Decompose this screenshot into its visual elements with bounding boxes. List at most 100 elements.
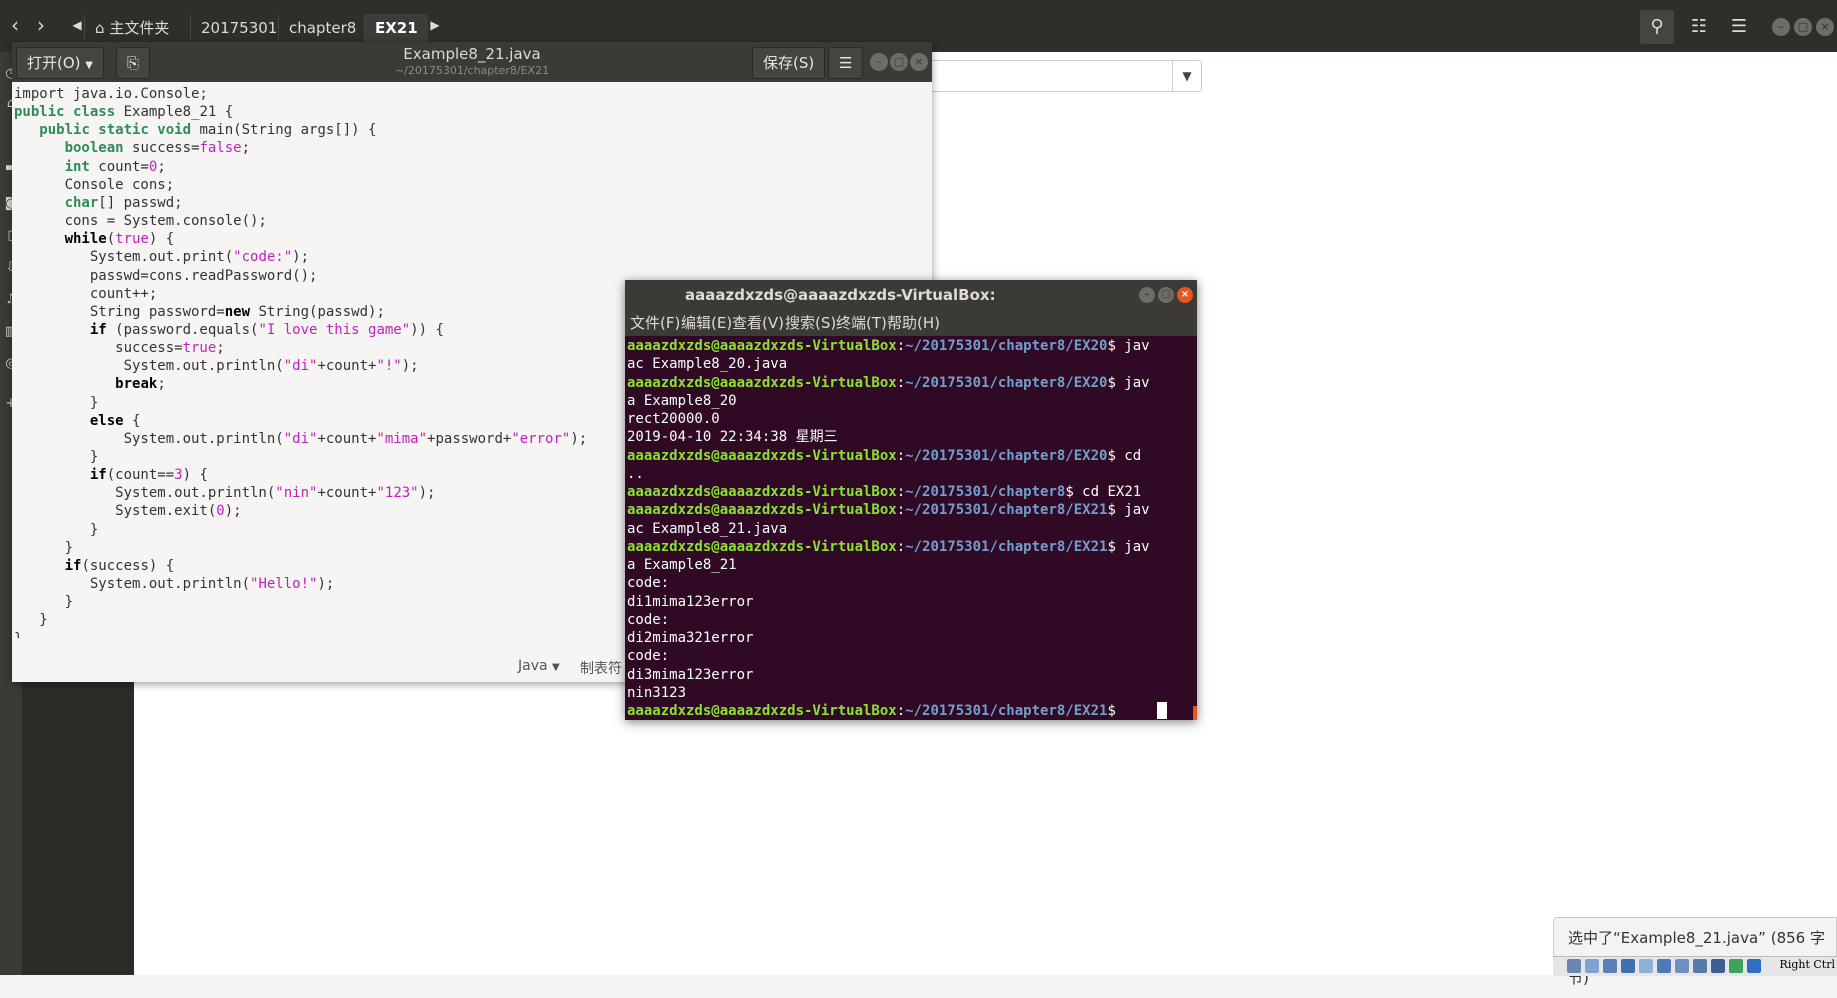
terminal-token: ~/20175301/chapter8/EX20	[905, 447, 1108, 464]
terminal-token: :	[896, 484, 906, 500]
save-button[interactable]: 保存(S)	[752, 47, 826, 79]
minimize-icon[interactable]: –	[1139, 287, 1155, 303]
terminal-token: aaaazdxzds@aaaazdxzds-VirtualBox	[627, 338, 897, 354]
terminal-token: aaaazdxzds@aaaazdxzds-VirtualBox	[627, 374, 897, 391]
terminal-token: $ jav	[1107, 502, 1150, 519]
terminal-line: ..	[627, 465, 644, 483]
code-token: import java.io.Console;	[14, 86, 208, 102]
code-line: String password=new String(passwd);	[14, 303, 385, 321]
code-token: ;	[157, 158, 166, 175]
terminal-token: $ cd EX21	[1065, 484, 1142, 500]
breadcrumb-chapter8[interactable]: chapter8	[278, 14, 366, 42]
code-line: System.out.println("di"+count+"!");	[14, 357, 419, 375]
hard-disk-icon	[1567, 959, 1581, 973]
breadcrumb-scroll-right-icon[interactable]: ▶	[420, 10, 450, 40]
location-combo[interactable]: ▼	[930, 60, 1202, 92]
terminal-menu-item[interactable]: 编辑(E)	[681, 310, 732, 336]
code-line: if(success) {	[14, 557, 175, 575]
close-icon[interactable]: ×	[910, 53, 928, 71]
tab-width-selector[interactable]: 制表符	[580, 658, 622, 678]
code-token: success=	[123, 140, 200, 157]
code-token: );	[418, 485, 436, 502]
terminal-window: aaaazdxzds@aaaazdxzds-VirtualBox: ~/2017…	[625, 280, 1197, 720]
code-token: (count==	[106, 467, 175, 484]
code-token: new	[224, 303, 251, 320]
breadcrumb-ex21[interactable]: EX21	[364, 14, 428, 42]
code-token: if	[89, 321, 107, 338]
breadcrumb-20175301[interactable]: 20175301	[190, 14, 287, 42]
code-line: }	[14, 630, 22, 639]
terminal-token: ..	[627, 465, 644, 482]
code-token: System.exit(	[14, 503, 217, 520]
forward-arrow-icon[interactable]: ›	[26, 10, 56, 40]
code-line: }	[14, 611, 47, 629]
terminal-token: :	[896, 502, 906, 519]
terminal-menu-item[interactable]: 终端(T)	[836, 310, 887, 336]
code-token: Console cons;	[14, 176, 175, 193]
code-line: public static void main(String args[]) {	[14, 121, 376, 139]
menu-button[interactable]: ☰	[828, 47, 864, 79]
code-token: boolean	[64, 140, 124, 157]
language-selector[interactable]: Java ▼	[518, 658, 560, 674]
code-token: }	[14, 631, 22, 639]
code-line: boolean success=false;	[14, 139, 250, 157]
maximize-icon[interactable]: □	[1794, 18, 1812, 36]
breadcrumb-home[interactable]: ⌂ 主文件夹	[84, 14, 179, 42]
minimize-icon[interactable]: –	[870, 53, 888, 71]
terminal-line: code:	[627, 647, 669, 665]
terminal-menu-item[interactable]: 帮助(H)	[887, 310, 940, 336]
terminal-titlebar: aaaazdxzds@aaaazdxzds-VirtualBox: ~/2017…	[625, 280, 1197, 334]
terminal-menu-item[interactable]: 搜索(S)	[785, 310, 836, 336]
close-icon[interactable]: ×	[1816, 18, 1834, 36]
code-token: );	[317, 576, 335, 593]
code-token: "I love this game"	[258, 321, 411, 338]
code-line: int count=0;	[14, 158, 166, 176]
code-token: }	[14, 594, 74, 611]
new-document-button[interactable]: ⎘	[116, 47, 151, 79]
code-token: ;	[216, 340, 225, 357]
code-token: String(passwd);	[250, 303, 385, 320]
code-token: +count+	[317, 358, 377, 375]
terminal-token: nin3123	[627, 684, 687, 701]
menu-icon[interactable]: ☰	[1722, 10, 1756, 44]
maximize-icon[interactable]: □	[1158, 287, 1174, 303]
code-line: while(true) {	[14, 230, 175, 248]
code-token: break	[115, 376, 158, 393]
code-token: ) {	[182, 467, 208, 484]
code-token: {	[123, 412, 141, 429]
search-icon[interactable]: ⚲	[1640, 10, 1674, 44]
terminal-token: :	[896, 703, 906, 719]
terminal-token: aaaazdxzds@aaaazdxzds-VirtualBox	[627, 538, 897, 555]
code-token: "error"	[511, 430, 571, 447]
code-line: Console cons;	[14, 176, 175, 194]
document-path: ~/20175301/chapter8/EX21	[394, 64, 550, 77]
terminal-line: rect20000.0	[627, 410, 720, 428]
code-token: main(String args[]) {	[191, 122, 377, 139]
code-line: if(count==3) {	[14, 466, 208, 484]
terminal-menu-item[interactable]: 查看(V)	[732, 310, 784, 336]
terminal-line: di1mima123error	[627, 593, 753, 611]
code-token: "123"	[376, 485, 419, 502]
terminal-token: ~/20175301/chapter8/EX21	[905, 502, 1108, 519]
view-options-icon[interactable]: ☷	[1682, 10, 1716, 44]
minimize-icon[interactable]: –	[1772, 18, 1790, 36]
terminal-scrollbar[interactable]	[1193, 706, 1197, 720]
code-token: }	[14, 521, 99, 538]
code-token: count++;	[14, 285, 158, 302]
chevron-down-icon[interactable]: ▼	[1172, 61, 1201, 91]
terminal-menu-item[interactable]: 文件(F)	[630, 310, 680, 336]
close-icon[interactable]: ×	[1177, 287, 1193, 303]
shared-folders-icon	[1657, 959, 1671, 973]
code-token: "!"	[376, 358, 402, 375]
code-token: System.out.println(	[14, 430, 284, 447]
maximize-icon[interactable]: □	[890, 53, 908, 71]
code-token: (success) {	[81, 557, 175, 574]
terminal-menubar: 文件(F) 编辑(E) 查看(V) 搜索(S) 终端(T) 帮助(H)	[625, 310, 1197, 336]
terminal-line: ac Example8_21.java	[627, 520, 787, 538]
open-button[interactable]: 打开(O) ▼	[16, 47, 104, 79]
terminal-output[interactable]: aaaazdxzds@aaaazdxzds-VirtualBox:~/20175…	[625, 336, 1197, 720]
code-line: }	[14, 448, 98, 466]
